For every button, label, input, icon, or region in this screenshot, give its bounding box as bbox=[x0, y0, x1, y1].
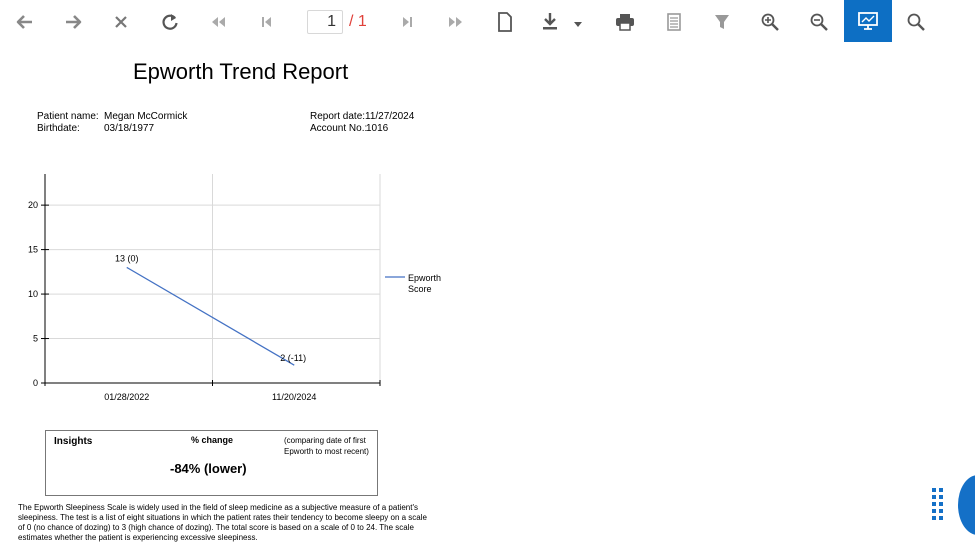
page-icon[interactable] bbox=[488, 4, 522, 40]
insights-box: Insights % change (comparing date of fir… bbox=[45, 430, 378, 496]
next-icon[interactable] bbox=[439, 4, 473, 40]
percent-change-label: % change bbox=[191, 435, 234, 445]
series-line bbox=[126, 266, 295, 366]
page-number-input[interactable]: 1 bbox=[307, 10, 343, 34]
legend-label: Epworth bbox=[408, 273, 441, 283]
chat-button[interactable] bbox=[958, 475, 975, 535]
last-page-icon[interactable] bbox=[390, 4, 424, 40]
report-date: 11/27/2024 bbox=[365, 111, 415, 122]
grid-menu-icon[interactable] bbox=[932, 488, 946, 524]
y-tick-label: 5 bbox=[33, 334, 38, 344]
download-icon[interactable] bbox=[537, 4, 587, 40]
refresh-icon[interactable] bbox=[153, 4, 187, 40]
percent-change-value: -84% (lower) bbox=[170, 461, 247, 476]
search-icon[interactable] bbox=[899, 4, 933, 40]
y-tick-label: 0 bbox=[33, 378, 38, 388]
viewer-toolbar: 1 / 1 bbox=[0, 0, 975, 44]
patient-name: Megan McCormick bbox=[104, 111, 188, 122]
report-date-label: Report date: bbox=[310, 111, 366, 122]
print-icon[interactable] bbox=[608, 4, 642, 40]
present-icon[interactable] bbox=[844, 0, 892, 42]
y-tick-label: 10 bbox=[28, 289, 38, 299]
epworth-description: The Epworth Sleepiness Scale is widely u… bbox=[18, 503, 427, 542]
forward-icon[interactable] bbox=[56, 4, 90, 40]
close-icon[interactable] bbox=[104, 4, 138, 40]
zoom-in-icon[interactable] bbox=[753, 4, 787, 40]
back-icon[interactable] bbox=[8, 4, 42, 40]
data-label: 13 (0) bbox=[115, 253, 139, 263]
zoom-out-icon[interactable] bbox=[802, 4, 836, 40]
insights-title: Insights bbox=[54, 436, 93, 447]
birthdate: 03/18/1977 bbox=[104, 123, 155, 134]
x-tick-label: 01/28/2022 bbox=[104, 392, 149, 402]
y-tick-label: 15 bbox=[28, 245, 38, 255]
document-icon[interactable] bbox=[657, 4, 691, 40]
y-tick-label: 20 bbox=[28, 200, 38, 210]
account-number: 1016 bbox=[366, 123, 389, 134]
comparison-note: (comparing date of first Epworth to most… bbox=[284, 436, 369, 456]
report-title: Epworth Trend Report bbox=[133, 59, 349, 84]
epworth-line-chart: 0 5 10 15 20 01/28/2022 11/20/2024 13 (0) 2 (-11… bbox=[28, 174, 441, 402]
x-tick-label: 11/20/2024 bbox=[272, 392, 316, 402]
filter-icon[interactable] bbox=[705, 4, 739, 40]
patient-name-label: Patient name: bbox=[37, 111, 99, 122]
data-label: 2 (-11) bbox=[280, 353, 306, 363]
birthdate-label: Birthdate: bbox=[37, 123, 80, 134]
account-label: Account No.: bbox=[310, 123, 368, 134]
first-page-icon[interactable] bbox=[250, 4, 284, 40]
page-total: / 1 bbox=[349, 13, 367, 30]
previous-icon[interactable] bbox=[201, 4, 235, 40]
legend-label: Score bbox=[408, 284, 432, 294]
